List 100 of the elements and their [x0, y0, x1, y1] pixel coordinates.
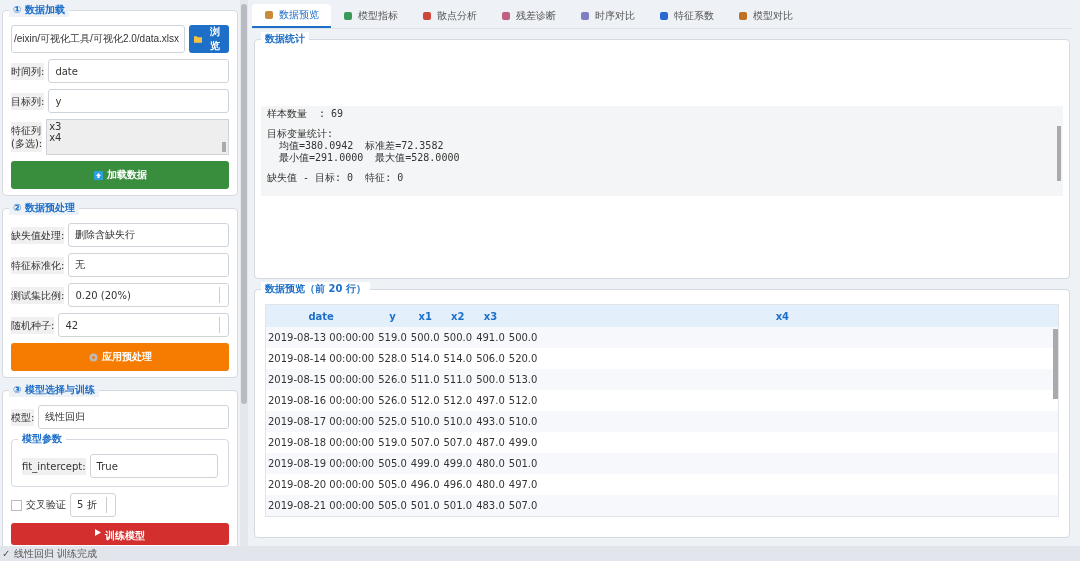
field-label: 时间列: — [11, 62, 45, 80]
load-data-button[interactable]: 加载数据 — [11, 161, 229, 189]
table-cell: 2019-08-17 00:00:00 — [266, 411, 377, 432]
table-cell: 496.0 — [408, 474, 442, 495]
list-item[interactable]: x3 — [49, 121, 226, 132]
table-cell: 500.0 — [506, 327, 1058, 348]
table-cell: 520.0 — [506, 348, 1058, 369]
table-cell: 514.0 — [441, 348, 475, 369]
tab[interactable]: 特征系数 — [647, 4, 726, 28]
file-path-field[interactable]: /eixin/可视化工具/可视化2.0/data.xlsx — [11, 25, 185, 53]
table-cell: 2019-08-18 00:00:00 — [266, 432, 377, 453]
stats-line: 缺失值 - 目标: 0 特征: 0 — [267, 172, 405, 184]
play-icon — [95, 529, 101, 536]
input-field[interactable]: date — [48, 59, 229, 83]
dropdown[interactable]: 无 — [68, 253, 229, 277]
tab-icon — [501, 11, 511, 21]
table-cell: 510.0 — [441, 411, 475, 432]
stats-line: 样本数量 : 69 — [267, 108, 345, 120]
table-cell: 480.0 — [474, 453, 507, 474]
browse-button[interactable]: 浏览 — [189, 25, 229, 53]
spin-box[interactable]: 42 — [58, 313, 229, 337]
table-cell: 2019-08-13 00:00:00 — [266, 327, 377, 348]
table-cell: 505.0 — [376, 474, 409, 495]
tab[interactable]: 残差诊断 — [489, 4, 568, 28]
table-cell: 500.0 — [441, 327, 475, 348]
stats-line: 目标变量统计: — [267, 128, 335, 140]
field-label: 模型: — [11, 408, 35, 426]
spin-box[interactable]: 5 折 — [70, 493, 116, 517]
dropdown[interactable]: 线性回归 — [38, 405, 229, 429]
table-cell: 510.0 — [408, 411, 442, 432]
checkbox[interactable] — [11, 499, 22, 511]
table-cell: 511.0 — [441, 369, 475, 390]
column-header[interactable]: x3 — [474, 305, 507, 327]
tab-icon — [422, 11, 432, 21]
table-cell: 505.0 — [376, 453, 409, 474]
table-cell: 519.0 — [376, 432, 409, 453]
table-cell: 512.0 — [506, 390, 1058, 411]
field-label: 特征列 (多选): — [11, 122, 43, 152]
input-field[interactable]: y — [48, 89, 229, 113]
tab[interactable]: 模型对比 — [726, 4, 805, 28]
table-cell: 525.0 — [376, 411, 409, 432]
table-cell: 2019-08-15 00:00:00 — [266, 369, 377, 390]
table-cell: 499.0 — [441, 453, 475, 474]
table-cell: 496.0 — [441, 474, 475, 495]
table-cell: 507.0 — [441, 432, 475, 453]
table-cell: 500.0 — [474, 369, 507, 390]
table-cell: 506.0 — [474, 348, 507, 369]
field-label: 特征标准化: — [11, 256, 65, 274]
table-cell: 491.0 — [474, 327, 507, 348]
table-cell: 480.0 — [474, 474, 507, 495]
input-field[interactable]: True — [89, 454, 218, 478]
field-label: 目标列: — [11, 92, 45, 110]
table-cell: 2019-08-20 00:00:00 — [266, 474, 377, 495]
table-cell: 510.0 — [506, 411, 1058, 432]
table-cell: 501.0 — [441, 495, 475, 516]
stats-line: 最小值=291.0000 最大值=528.0000 — [278, 152, 461, 164]
table-cell: 507.0 — [408, 432, 442, 453]
feature-list[interactable]: x3 x4 — [46, 119, 229, 155]
table-cell: 512.0 — [441, 390, 475, 411]
column-header[interactable]: date — [266, 305, 377, 327]
table-cell: 2019-08-21 00:00:00 — [266, 495, 377, 516]
table-cell: 526.0 — [376, 369, 409, 390]
table-cell: 501.0 — [506, 453, 1058, 474]
tab-icon — [264, 10, 274, 20]
column-header[interactable]: x4 — [506, 305, 1058, 327]
table-cell: 501.0 — [408, 495, 442, 516]
field-label: fit_intercept: — [22, 457, 86, 475]
stats-line: 均值=380.0942 标准差=72.3582 — [278, 140, 445, 152]
table-cell: 514.0 — [408, 348, 442, 369]
tab-icon — [343, 11, 353, 21]
table-cell: 500.0 — [408, 327, 442, 348]
folder-icon — [194, 35, 203, 43]
tab[interactable]: 数据预览 — [252, 4, 331, 28]
table-cell: 483.0 — [474, 495, 507, 516]
table-cell: 2019-08-14 00:00:00 — [266, 348, 377, 369]
tab[interactable]: 时序对比 — [568, 4, 647, 28]
checkbox-label: 交叉验证 — [26, 498, 66, 512]
list-item[interactable]: x4 — [49, 132, 226, 143]
column-header[interactable]: x1 — [408, 305, 442, 327]
field-label: 缺失值处理: — [11, 226, 65, 244]
section-title: 数据预览（前 20 行） — [261, 282, 370, 296]
table-cell: 519.0 — [376, 327, 409, 348]
group-title: 模型参数 — [18, 432, 66, 446]
table-cell: 507.0 — [506, 495, 1058, 516]
dropdown[interactable]: 删除含缺失行 — [68, 223, 229, 247]
field-label: 随机种子: — [11, 316, 55, 334]
table-cell: 528.0 — [376, 348, 409, 369]
spin-box[interactable]: 0.20 (20%) — [68, 283, 229, 307]
train-model-button[interactable]: 训练模型 — [11, 523, 229, 545]
table-cell: 511.0 — [408, 369, 442, 390]
gear-icon — [88, 352, 98, 362]
column-header[interactable]: x2 — [441, 305, 475, 327]
table-cell: 2019-08-16 00:00:00 — [266, 390, 377, 411]
status-bar: ✓ 线性回归 训练完成 — [0, 546, 1080, 561]
tab[interactable]: 模型指标 — [331, 4, 410, 28]
column-header[interactable]: y — [376, 305, 409, 327]
section-title: ① 数据加载 — [9, 3, 69, 17]
section-title: 数据统计 — [261, 32, 309, 46]
tab[interactable]: 散点分析 — [410, 4, 489, 28]
table-cell: 2019-08-19 00:00:00 — [266, 453, 377, 474]
